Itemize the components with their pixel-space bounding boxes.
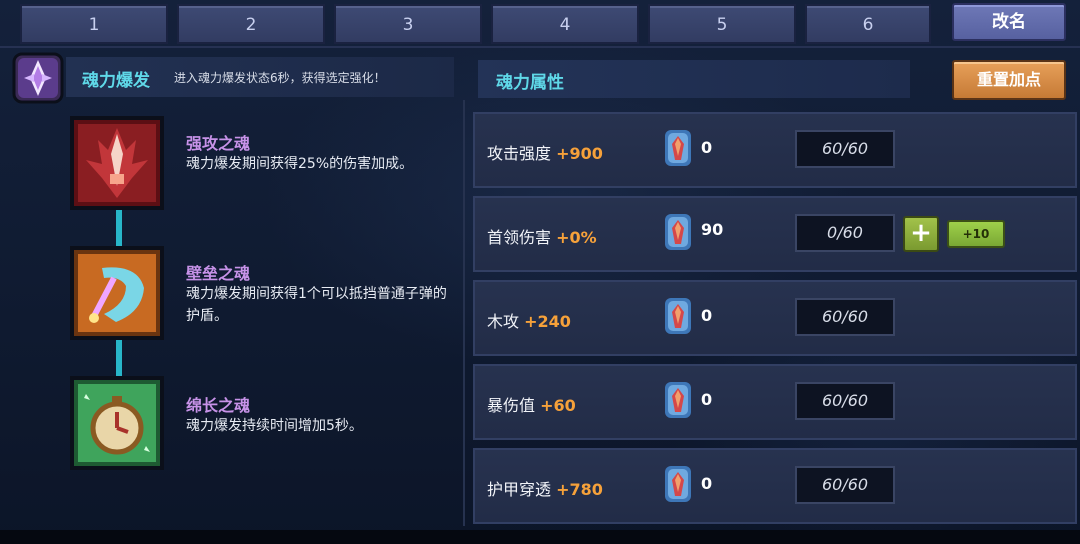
soul-gem-icon (665, 130, 691, 166)
tab-1[interactable]: 1 (20, 4, 168, 44)
attribute-row-armor-pierce: 护甲穿透 +780 0 60/60 (473, 448, 1077, 524)
attribute-bonus: +900 (556, 144, 603, 163)
attribute-bonus: +240 (524, 312, 571, 331)
soul-gem-icon (665, 382, 691, 418)
attribute-bonus: +60 (540, 396, 576, 415)
gem-count: 0 (701, 474, 713, 493)
skill-name-shield: 壁垒之魂 (186, 264, 251, 283)
attribute-label: 木攻 +240 (487, 308, 571, 332)
add-point-button[interactable]: + (903, 216, 939, 252)
attributes-title: 魂力属性 (496, 73, 564, 93)
level-display: 0/60 (795, 214, 895, 252)
attribute-name: 攻击强度 (487, 144, 552, 163)
level-display: 60/60 (795, 130, 895, 168)
attribute-label: 首领伤害 +0% (487, 224, 597, 248)
rename-button[interactable]: 改名 (952, 3, 1066, 41)
burst-title: 魂力爆发 (82, 71, 150, 91)
soul-gem-icon (665, 466, 691, 502)
attribute-name: 首领伤害 (487, 228, 552, 247)
attribute-name: 暴伤值 (487, 396, 536, 415)
soul-gem-icon (665, 298, 691, 334)
attribute-row-crit-damage: 暴伤值 +60 0 60/60 (473, 364, 1077, 440)
shield-soul-icon[interactable] (70, 246, 164, 340)
burst-description: 进入魂力爆发状态6秒，获得选定强化！ (174, 71, 386, 85)
reset-points-button[interactable]: 重置加点 (952, 60, 1066, 100)
bottom-edge (0, 530, 1080, 544)
attribute-label: 护甲穿透 +780 (487, 476, 603, 500)
attribute-bonus: +0% (556, 228, 597, 247)
header-divider (0, 46, 1080, 48)
attribute-row-wood-attack: 木攻 +240 0 60/60 (473, 280, 1077, 356)
gem-count: 90 (701, 220, 724, 239)
skill-desc-shield: 魂力爆发期间获得1个可以抵挡普通子弹的护盾。 (186, 286, 447, 324)
level-display: 60/60 (795, 298, 895, 336)
soul-burst-icon (12, 52, 64, 104)
gem-count: 0 (701, 390, 713, 409)
attribute-label: 攻击强度 +900 (487, 140, 603, 164)
loadout-tabs: 1 2 3 4 5 6 (20, 4, 932, 46)
tab-4[interactable]: 4 (491, 4, 639, 44)
clock-soul-icon[interactable] (70, 376, 164, 470)
attribute-bonus: +780 (556, 480, 603, 499)
attribute-name: 木攻 (487, 312, 520, 331)
level-display: 60/60 (795, 466, 895, 504)
gem-count: 0 (701, 306, 713, 325)
attack-soul-icon[interactable] (70, 116, 164, 210)
level-display: 60/60 (795, 382, 895, 420)
tab-5[interactable]: 5 (648, 4, 796, 44)
attribute-row-attack: 攻击强度 +900 0 60/60 (473, 112, 1077, 188)
attribute-name: 护甲穿透 (487, 480, 552, 499)
panel-divider (463, 100, 465, 526)
tab-6[interactable]: 6 (805, 4, 931, 44)
add-ten-points-button[interactable]: +10 (947, 220, 1005, 248)
skill-desc-attack: 魂力爆发期间获得25%的伤害加成。 (186, 156, 414, 172)
tab-2[interactable]: 2 (177, 4, 325, 44)
skill-name-attack: 强攻之魂 (186, 134, 251, 153)
attribute-row-boss-damage: 首领伤害 +0% 90 0/60 + +10 (473, 196, 1077, 272)
attribute-label: 暴伤值 +60 (487, 392, 576, 416)
gem-count: 0 (701, 138, 713, 157)
tab-3[interactable]: 3 (334, 4, 482, 44)
soul-gem-icon (665, 214, 691, 250)
skill-desc-duration: 魂力爆发持续时间增加5秒。 (186, 418, 363, 434)
skill-name-duration: 绵长之魂 (186, 396, 251, 415)
